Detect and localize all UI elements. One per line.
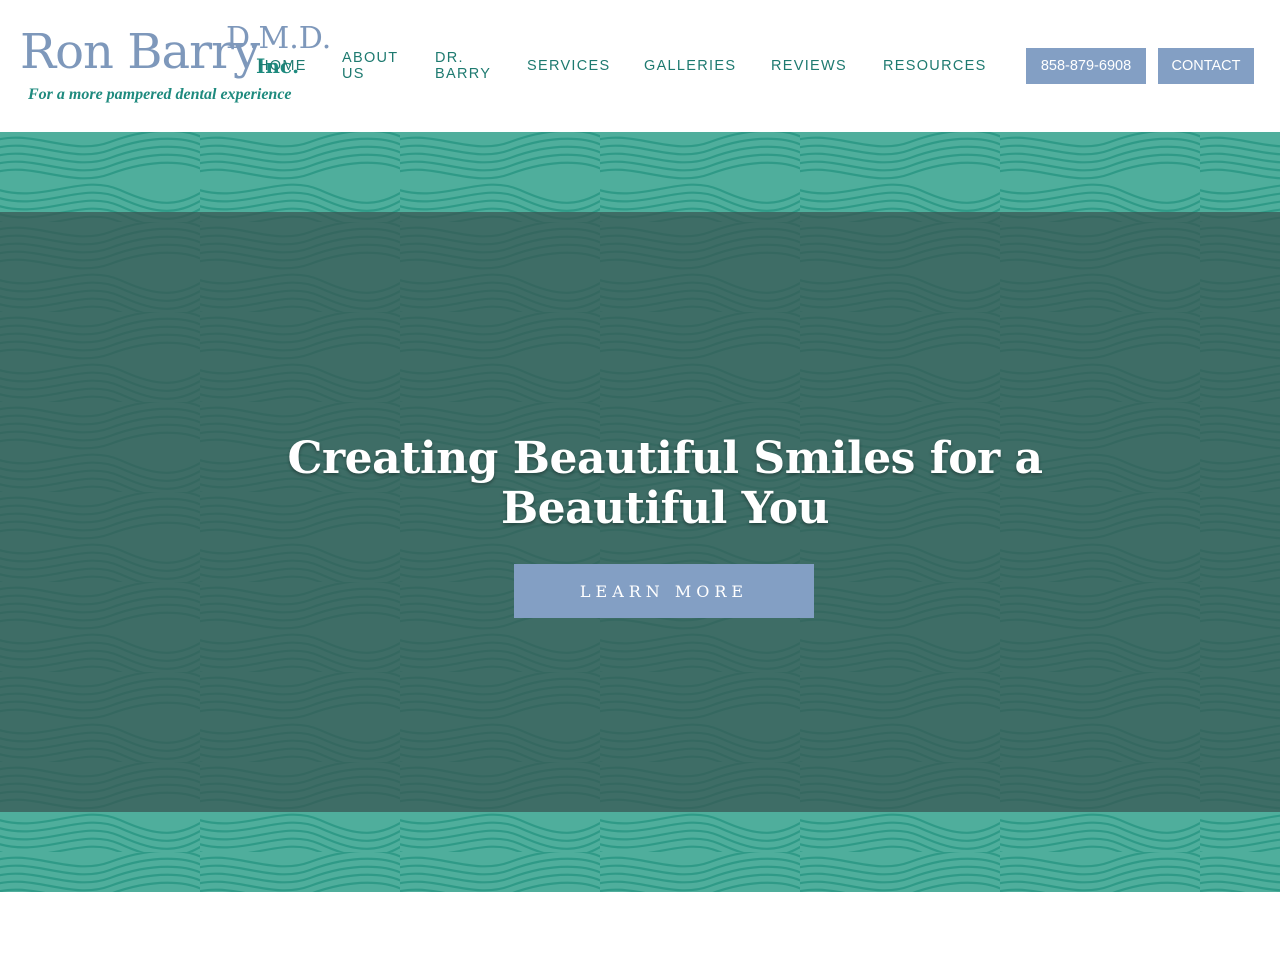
nav-dr-barry[interactable]: DR. BARRY [435,50,495,82]
nav-services[interactable]: SERVICES [527,58,610,74]
logo-tagline: For a more pampered dental experience [28,86,292,103]
nav-about-us[interactable]: ABOUT US [342,50,402,82]
nav-reviews[interactable]: REVIEWS [771,58,847,74]
hero-section: Creating Beautiful Smiles for a Beautifu… [0,132,1280,892]
nav-resources[interactable]: RESOURCES [883,58,987,74]
contact-button[interactable]: CONTACT [1158,48,1254,84]
nav-home[interactable]: HOME [258,58,307,74]
learn-more-button[interactable]: LEARN MORE [514,564,814,618]
hero-heading: Creating Beautiful Smiles for a Beautifu… [287,433,1043,534]
nav-galleries[interactable]: GALLERIES [644,58,736,74]
site-header: Ron Barry D.M.D. Inc. For a more pampere… [0,0,1280,132]
phone-button[interactable]: 858-879-6908 [1026,48,1146,84]
logo-name: Ron Barry [20,24,260,80]
logo-credential: D.M.D. [226,21,332,56]
